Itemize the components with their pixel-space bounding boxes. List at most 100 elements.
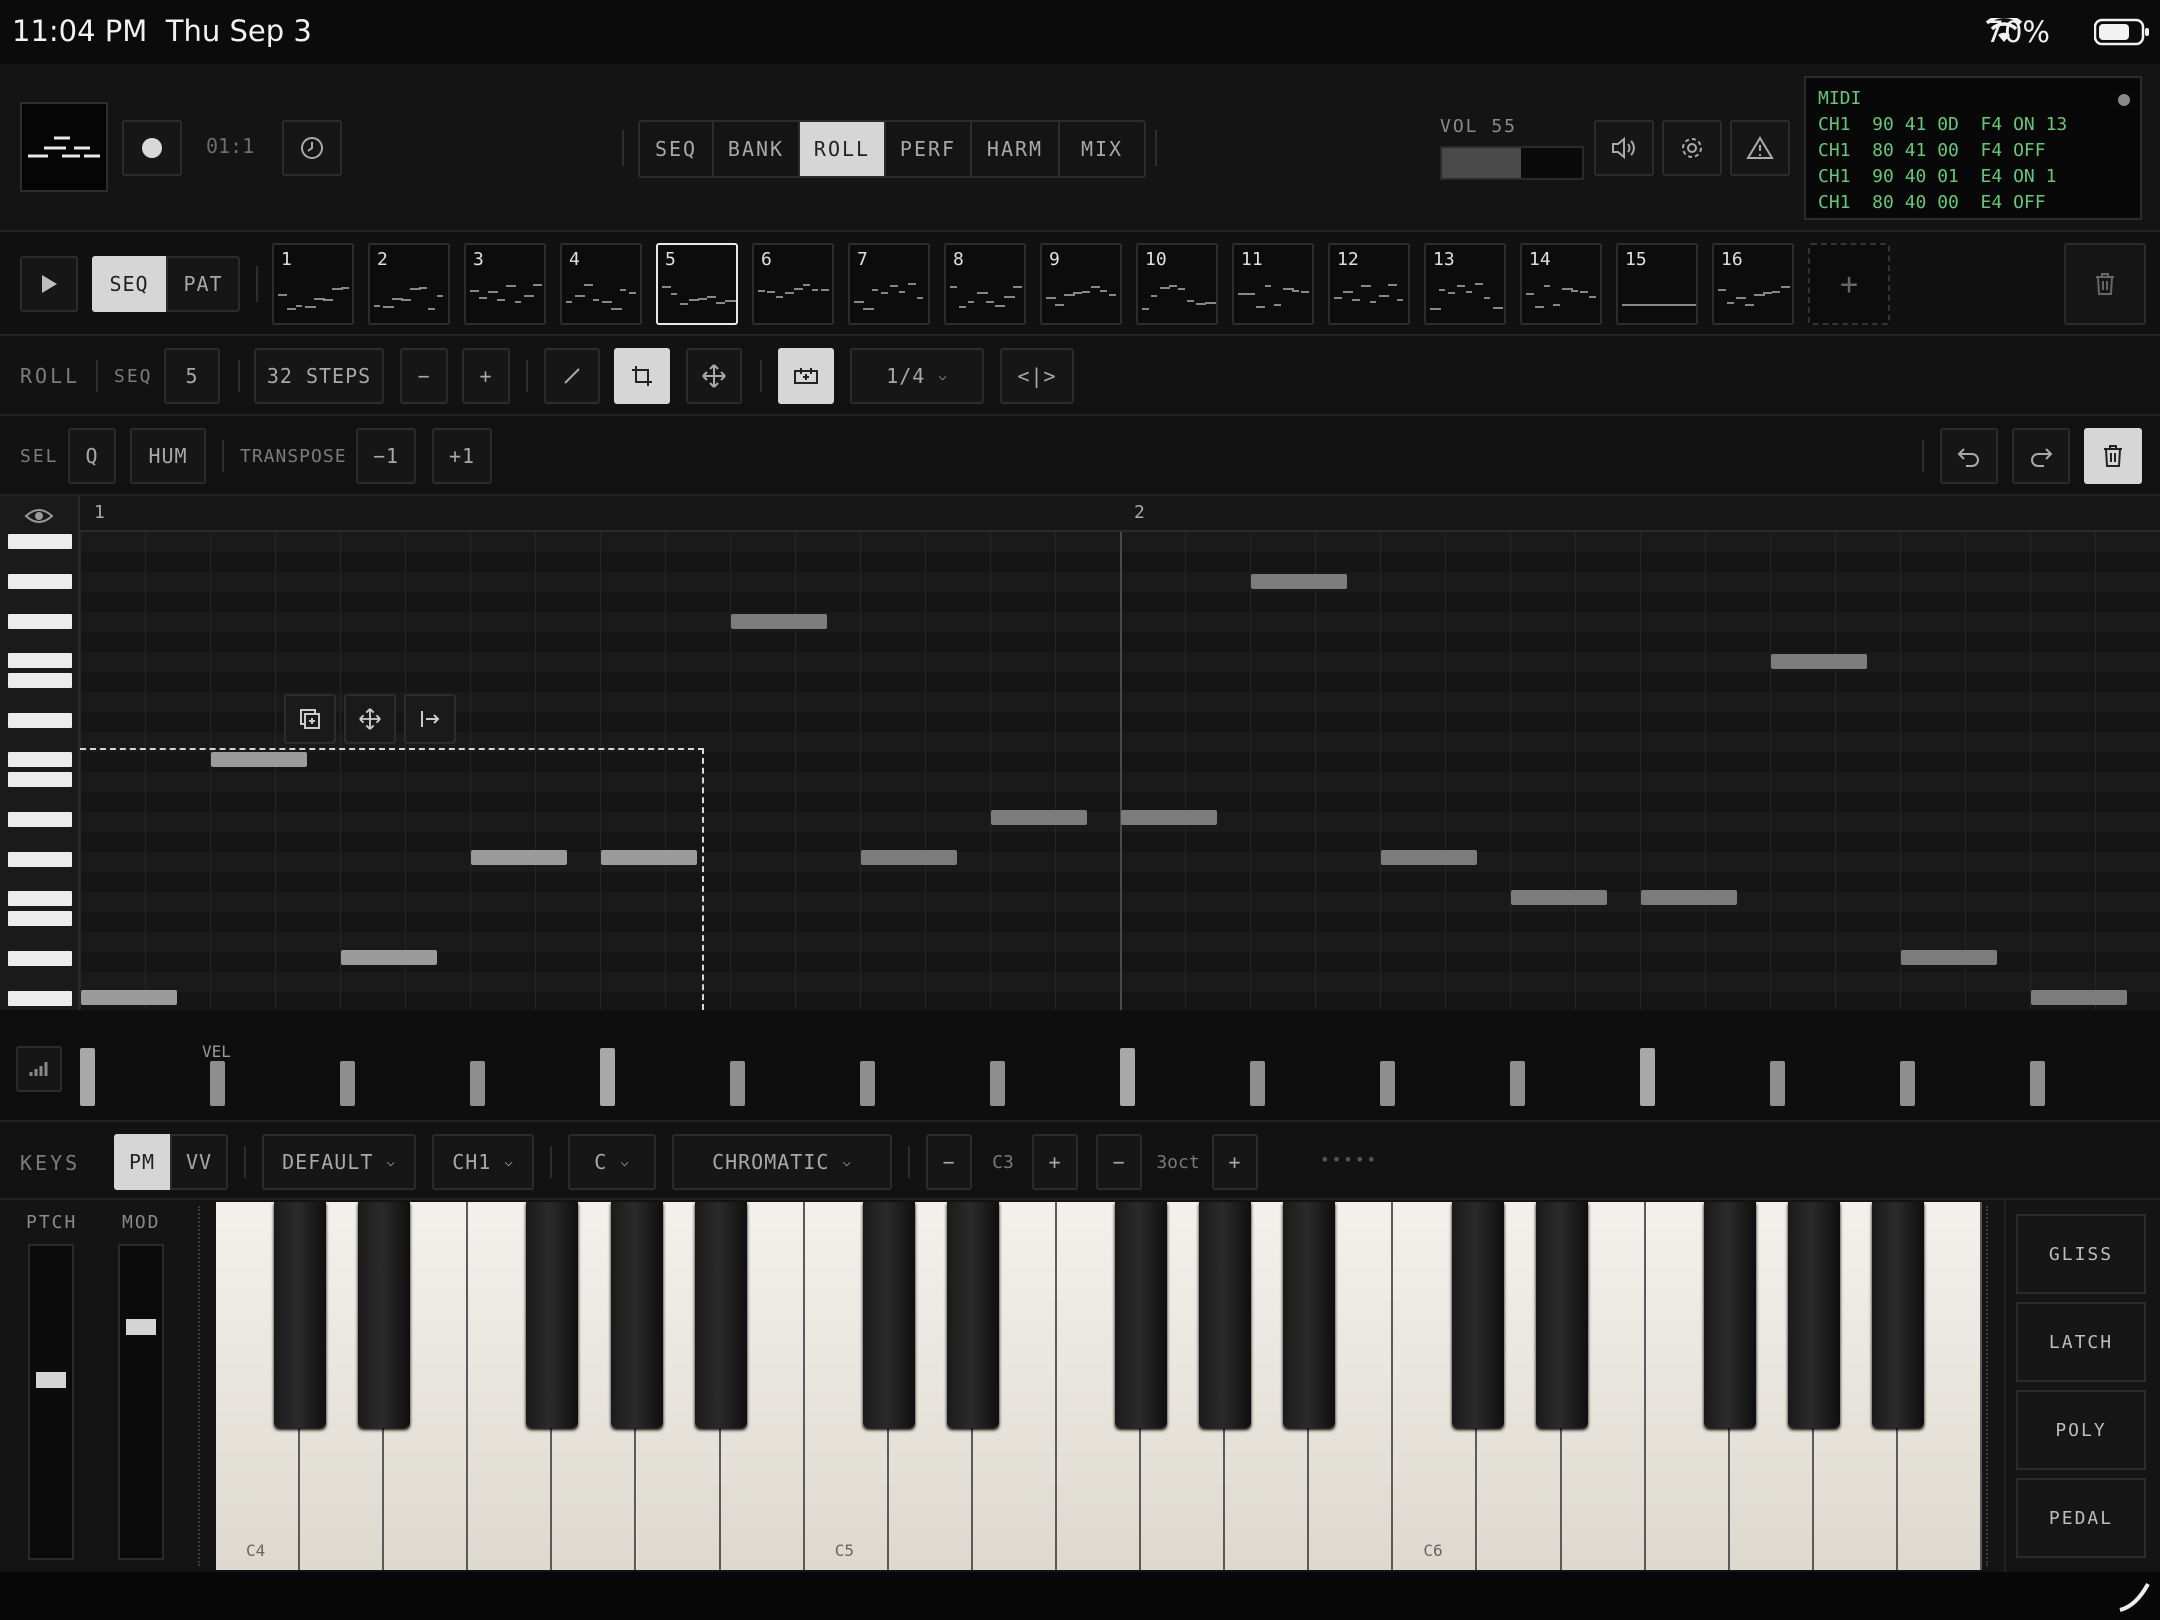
pedal-button[interactable]: PEDAL — [2016, 1478, 2146, 1558]
roll-piano-key[interactable] — [8, 752, 72, 767]
drag-handle[interactable]: ••••• — [1320, 1150, 1378, 1169]
tab-harm[interactable]: HARM — [970, 122, 1058, 176]
mod-wheel[interactable] — [118, 1244, 164, 1560]
black-key[interactable] — [274, 1202, 327, 1428]
pattern-slot-5[interactable]: 5 — [656, 243, 738, 325]
velocity-bar[interactable] — [1380, 1061, 1395, 1106]
velocity-bar[interactable] — [1250, 1061, 1265, 1106]
fit-view-button[interactable]: <|> — [1000, 348, 1074, 404]
seq-toggle[interactable]: SEQ — [92, 256, 166, 312]
move-selection-button[interactable] — [344, 694, 396, 744]
roll-piano-key[interactable] — [8, 713, 72, 728]
play-button[interactable] — [20, 256, 78, 312]
pattern-slot-8[interactable]: 8 — [944, 243, 1026, 325]
transpose-down-button[interactable]: −1 — [356, 428, 416, 484]
black-key[interactable] — [1703, 1202, 1756, 1428]
velocity-bar[interactable] — [2030, 1061, 2045, 1106]
black-key[interactable] — [1283, 1202, 1336, 1428]
black-key[interactable] — [358, 1202, 411, 1428]
midi-note[interactable] — [1901, 950, 1997, 965]
midi-note[interactable] — [1251, 574, 1347, 589]
mod-wheel-thumb[interactable] — [126, 1319, 156, 1335]
delete-pattern-button[interactable] — [2064, 243, 2146, 325]
pattern-slot-4[interactable]: 4 — [560, 243, 642, 325]
piano-keyboard[interactable]: C4 C5 C6 — [216, 1202, 1983, 1570]
pat-toggle[interactable]: PAT — [166, 256, 240, 312]
roll-piano-key[interactable] — [8, 812, 72, 827]
velocity-bar[interactable] — [860, 1061, 875, 1106]
roll-piano-key[interactable] — [8, 772, 72, 787]
pattern-slot-15[interactable]: 15 — [1616, 243, 1698, 325]
pattern-slot-10[interactable]: 10 — [1136, 243, 1218, 325]
seq-number-field[interactable]: 5 — [164, 348, 220, 404]
pattern-slot-16[interactable]: 16 — [1712, 243, 1794, 325]
octave-up-button[interactable]: + — [1032, 1134, 1078, 1190]
tab-roll[interactable]: ROLL — [798, 122, 884, 176]
latch-button[interactable]: LATCH — [2016, 1302, 2146, 1382]
velocity-bar[interactable] — [1770, 1061, 1785, 1106]
add-pattern-button[interactable]: + — [1808, 243, 1890, 325]
steps-decrease-button[interactable]: − — [400, 348, 448, 404]
pattern-slot-11[interactable]: 11 — [1232, 243, 1314, 325]
settings-button[interactable] — [1662, 120, 1722, 176]
midi-note[interactable] — [1381, 850, 1477, 865]
crop-tool-button[interactable] — [614, 348, 670, 404]
pattern-slot-2[interactable]: 2 — [368, 243, 450, 325]
volume-slider[interactable] — [1440, 146, 1584, 180]
velocity-lane-button[interactable] — [16, 1046, 62, 1092]
black-key[interactable] — [1787, 1202, 1840, 1428]
pattern-slot-12[interactable]: 12 — [1328, 243, 1410, 325]
channel-dropdown[interactable]: CH1 ⌵ — [432, 1134, 534, 1190]
clock-button[interactable] — [282, 120, 342, 176]
delete-notes-button[interactable] — [2084, 428, 2142, 484]
vv-toggle[interactable]: VV — [170, 1134, 228, 1190]
midi-note[interactable] — [2031, 990, 2127, 1005]
midi-note[interactable] — [1641, 890, 1737, 905]
quantize-button[interactable]: Q — [68, 428, 116, 484]
roll-piano-key[interactable] — [8, 574, 72, 589]
pattern-slot-9[interactable]: 9 — [1040, 243, 1122, 325]
redo-button[interactable] — [2012, 428, 2070, 484]
loop-clip-button[interactable] — [778, 348, 834, 404]
undo-button[interactable] — [1940, 428, 1998, 484]
steps-field[interactable]: 32 STEPS — [254, 348, 384, 404]
warning-button[interactable] — [1730, 120, 1790, 176]
tab-perf[interactable]: PERF — [884, 122, 970, 176]
roll-piano-key[interactable] — [8, 852, 72, 867]
midi-note[interactable] — [991, 810, 1087, 825]
keyboard-left-handle[interactable] — [198, 1206, 202, 1566]
roll-piano-key[interactable] — [8, 534, 72, 549]
velocity-bar[interactable] — [1640, 1048, 1655, 1106]
pattern-slot-13[interactable]: 13 — [1424, 243, 1506, 325]
black-key[interactable] — [1199, 1202, 1252, 1428]
midi-note[interactable] — [1771, 654, 1867, 669]
roll-piano-key[interactable] — [8, 673, 72, 688]
velocity-bar[interactable] — [1510, 1061, 1525, 1106]
black-key[interactable] — [862, 1202, 915, 1428]
record-button[interactable] — [122, 120, 182, 176]
roll-piano-key[interactable] — [8, 653, 72, 668]
midi-note[interactable] — [731, 614, 827, 629]
humanize-button[interactable]: HUM — [130, 428, 206, 484]
gliss-button[interactable]: GLISS — [2016, 1214, 2146, 1294]
timeline-ruler[interactable]: 1 2 — [80, 496, 2160, 532]
selection-marquee[interactable] — [80, 748, 704, 1010]
velocity-bar[interactable] — [1120, 1048, 1135, 1106]
black-key[interactable] — [694, 1202, 747, 1428]
velocity-bar[interactable] — [730, 1061, 745, 1106]
scale-dropdown[interactable]: CHROMATIC ⌵ — [672, 1134, 892, 1190]
speaker-button[interactable] — [1594, 120, 1654, 176]
velocity-bar[interactable] — [470, 1061, 485, 1106]
tab-bank[interactable]: BANK — [712, 122, 798, 176]
poly-button[interactable]: POLY — [2016, 1390, 2146, 1470]
roll-piano-key[interactable] — [8, 911, 72, 926]
pattern-slot-3[interactable]: 3 — [464, 243, 546, 325]
pattern-slot-7[interactable]: 7 — [848, 243, 930, 325]
tab-mix[interactable]: MIX — [1058, 122, 1144, 176]
grid-resolution-dropdown[interactable]: 1/4 ⌵ — [850, 348, 984, 404]
black-key[interactable] — [1535, 1202, 1588, 1428]
black-key[interactable] — [1451, 1202, 1504, 1428]
range-decrease-button[interactable]: − — [1096, 1134, 1142, 1190]
keyboard-right-handle[interactable] — [1986, 1206, 1990, 1566]
draw-tool-button[interactable] — [544, 348, 600, 404]
